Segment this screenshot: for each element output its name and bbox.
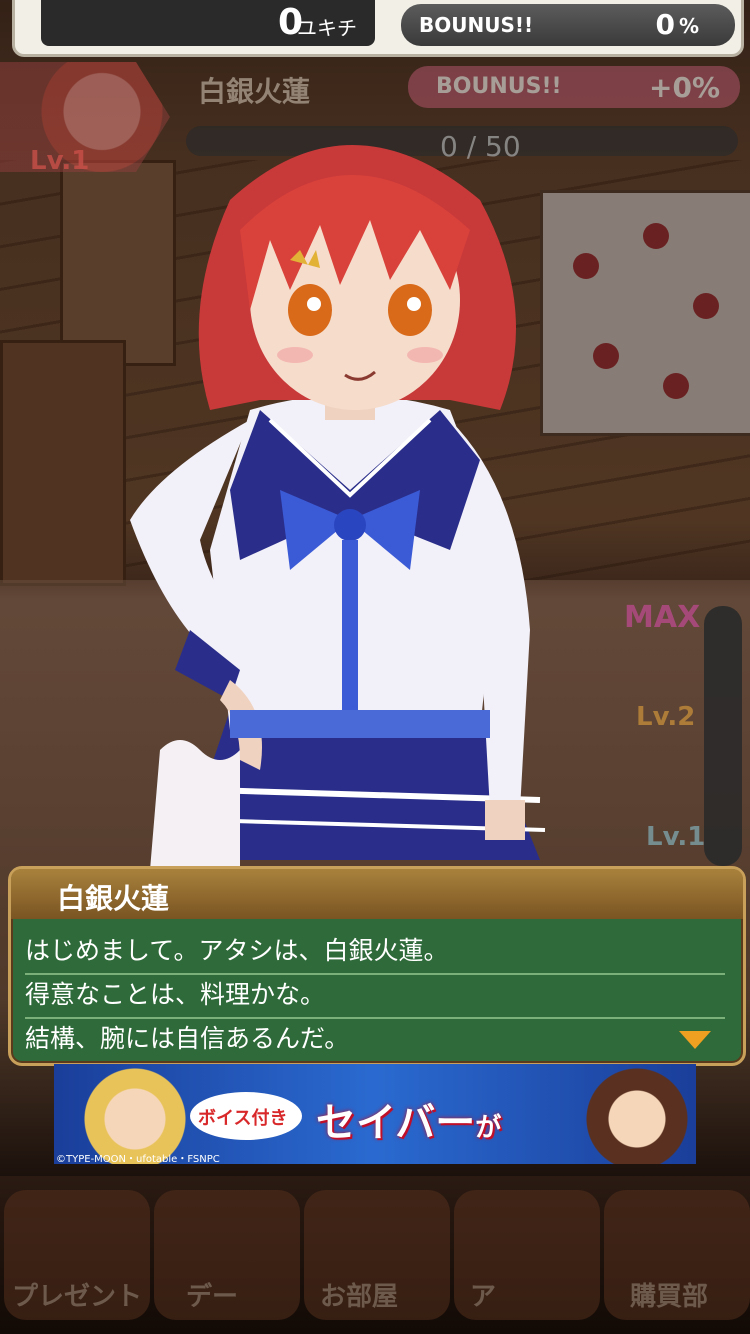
gauge-lv1-label: Lv.1	[646, 822, 706, 852]
dialog-line-1: はじめまして。アタシは、白銀火蓮。	[25, 931, 725, 975]
bonus-display: BOUNUS!! 0 %	[401, 4, 735, 46]
dialog-line-3: 結構、腕には自信あるんだ。	[25, 1024, 350, 1053]
nav-label-shop: 購買部	[630, 1282, 709, 1312]
promo-banner[interactable]: ボイス付き セイバーが ©TYPE-MOON・ufotable・FSNPC	[54, 1064, 696, 1164]
nav-label-date: デー	[186, 1282, 239, 1312]
affection-gauge	[704, 606, 742, 866]
character-illustration[interactable]	[120, 110, 580, 870]
character-bonus-label: BOUNUS!!	[436, 74, 562, 99]
top-status-bar: 0 ユキチ BOUNUS!! 0 %	[12, 0, 744, 57]
character-name: 白銀火蓮	[198, 75, 311, 108]
nav-label-present: プレゼント	[12, 1282, 143, 1312]
advance-arrow-icon[interactable]	[679, 1031, 711, 1049]
nav-label-a: ア	[470, 1282, 497, 1312]
bonus-label: BOUNUS!!	[419, 13, 534, 37]
gauge-max-label: MAX	[624, 600, 701, 635]
dialog-name-bar: 白銀火蓮	[11, 869, 743, 919]
dialog-speaker: 白銀火蓮	[57, 882, 170, 915]
character-level: Lv.1	[30, 146, 90, 176]
gauge-lv2-label: Lv.2	[636, 702, 696, 732]
girl-portrait	[582, 1064, 692, 1164]
currency-display: 0 ユキチ	[41, 0, 375, 46]
dialog-line-2: 得意なことは、料理かな。	[25, 975, 725, 1019]
banner-main-text: セイバー	[316, 1100, 476, 1146]
banner-headline: セイバーが	[316, 1090, 501, 1148]
banner-copyright: ©TYPE-MOON・ufotable・FSNPC	[56, 1154, 220, 1164]
nav-label-room: お部屋	[320, 1282, 399, 1312]
character-bonus-value: +0%	[649, 71, 720, 104]
banner-suffix: が	[475, 1113, 502, 1143]
dialog-box[interactable]: 白銀火蓮 はじめまして。アタシは、白銀火蓮。 得意なことは、料理かな。 結構、腕…	[8, 866, 746, 1066]
voice-bubble: ボイス付き	[190, 1092, 302, 1140]
currency-unit: ユキチ	[297, 16, 357, 40]
voice-bubble-text: ボイス付き	[198, 1108, 288, 1129]
bonus-unit: %	[678, 14, 699, 38]
character-bonus-badge: BOUNUS!! +0%	[408, 66, 740, 108]
saber-portrait	[76, 1064, 194, 1164]
bonus-value: 0	[655, 8, 675, 41]
